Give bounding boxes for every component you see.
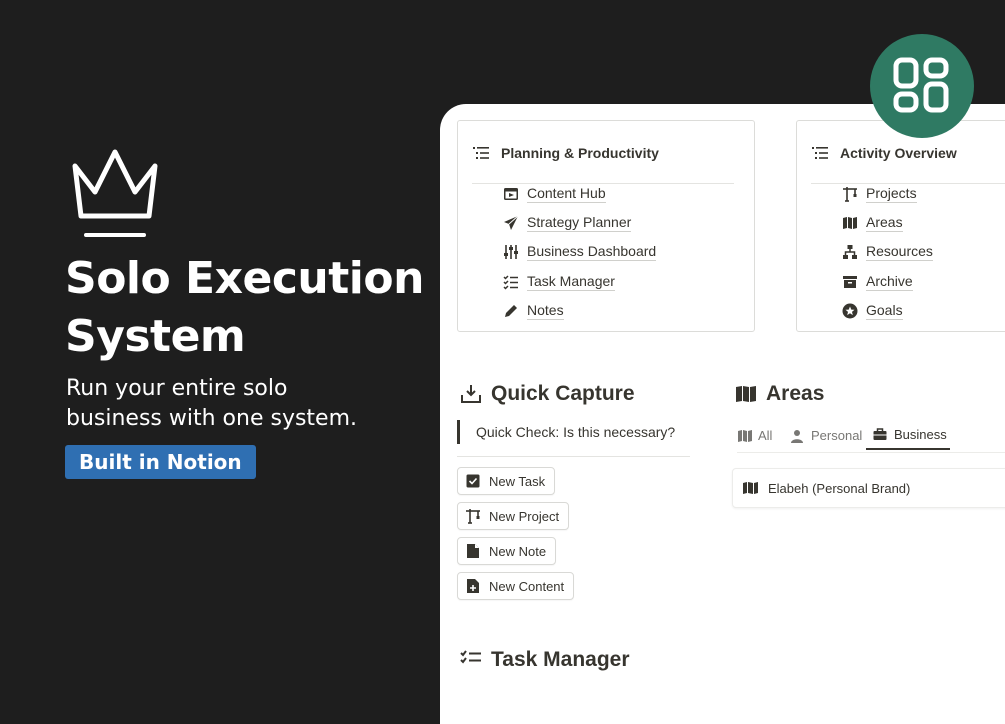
link-label: Task Manager: [527, 272, 615, 291]
crown-underline: [84, 233, 146, 237]
map-icon: [735, 383, 757, 405]
quick-check-callout: Quick Check: Is this necessary?: [457, 420, 675, 444]
map-icon: [841, 214, 859, 232]
link-business-dashboard[interactable]: Business Dashboard: [502, 238, 657, 267]
clapperboard-icon: [502, 185, 520, 203]
new-note-label: New Note: [489, 543, 547, 559]
hero-title-line1: Solo Execution: [65, 253, 424, 304]
person-icon: [790, 428, 806, 444]
activity-card-header: Activity Overview: [811, 143, 1005, 184]
area-card-elabeh[interactable]: Elabeh (Personal Brand): [732, 468, 1005, 508]
tab-business[interactable]: Business: [866, 420, 950, 450]
paper-plane-icon: [502, 214, 520, 232]
app-logo: [870, 34, 974, 138]
pencil-icon: [502, 302, 520, 320]
link-label: Resources: [866, 243, 933, 262]
area-card-label: Elabeh (Personal Brand): [768, 480, 911, 496]
tab-personal[interactable]: Personal: [790, 420, 862, 451]
list-icon: [473, 147, 489, 159]
hero-subtitle-line1: Run your entire solo: [66, 376, 288, 401]
crown-icon: [72, 149, 158, 219]
new-project-button[interactable]: New Project: [457, 502, 570, 530]
tab-business-label: Business: [894, 426, 947, 442]
link-label: Goals: [866, 301, 903, 320]
areas-heading: Areas: [735, 382, 824, 406]
hero-subtitle-line2: business with one system.: [66, 406, 358, 431]
map-icon: [737, 428, 753, 444]
areas-title: Areas: [766, 382, 825, 405]
activity-links: Projects Areas Resources Archive Goals: [841, 179, 933, 325]
link-archive[interactable]: Archive: [841, 267, 933, 296]
link-label: Strategy Planner: [527, 213, 632, 232]
planning-card-header: Planning & Productivity: [472, 143, 734, 184]
checkbox-icon: [465, 473, 481, 489]
link-label: Content Hub: [527, 184, 606, 203]
tab-all[interactable]: All: [737, 420, 772, 451]
link-goals[interactable]: Goals: [841, 296, 933, 325]
tab-all-label: All: [758, 428, 773, 443]
quick-capture-title: Quick Capture: [491, 382, 635, 405]
document-icon: [465, 543, 481, 559]
planning-card-title: Planning & Productivity: [501, 145, 659, 161]
planning-card: Planning & Productivity Content Hub Stra…: [457, 120, 755, 332]
star-circle-icon: [841, 302, 859, 320]
link-label: Areas: [866, 213, 903, 232]
link-notes[interactable]: Notes: [502, 296, 656, 325]
planning-links: Content Hub Strategy Planner Business Da…: [502, 179, 657, 325]
link-label: Projects: [866, 184, 917, 203]
activity-card: Activity Overview Projects Areas Resourc…: [796, 120, 1005, 332]
archive-box-icon: [841, 273, 859, 291]
map-icon: [742, 480, 760, 496]
checklist-icon: [502, 273, 520, 291]
sliders-icon: [502, 243, 520, 261]
link-label: Business Dashboard: [527, 243, 657, 262]
new-content-label: New Content: [489, 578, 565, 594]
hierarchy-icon: [841, 243, 859, 261]
checklist-icon: [460, 649, 482, 671]
quick-capture-callout-block: Quick Check: Is this necessary?: [457, 420, 690, 457]
crane-icon: [841, 185, 859, 203]
built-in-notion-badge: Built in Notion: [65, 445, 256, 479]
tab-personal-label: Personal: [811, 428, 863, 443]
new-note-button[interactable]: New Note: [457, 537, 557, 565]
new-content-button[interactable]: New Content: [457, 572, 575, 600]
notion-page-panel: Planning & Productivity Content Hub Stra…: [440, 104, 1005, 724]
document-plus-icon: [465, 578, 481, 594]
areas-tabs: All Personal Business: [737, 420, 1005, 453]
new-task-label: New Task: [489, 473, 546, 489]
hero-title-line2: System: [65, 311, 246, 362]
link-content-hub[interactable]: Content Hub: [502, 179, 656, 208]
link-projects[interactable]: Projects: [841, 179, 933, 208]
link-label: Archive: [866, 272, 913, 291]
new-task-button[interactable]: New Task: [457, 467, 556, 495]
inbox-download-icon: [460, 383, 482, 405]
activity-card-title: Activity Overview: [840, 145, 957, 161]
link-areas[interactable]: Areas: [841, 208, 933, 237]
task-manager-title: Task Manager: [491, 648, 630, 671]
link-resources[interactable]: Resources: [841, 238, 933, 267]
crane-icon: [465, 508, 481, 524]
task-manager-heading: Task Manager: [460, 648, 630, 672]
link-label: Notes: [527, 301, 564, 320]
dashboard-grid-icon: [893, 57, 949, 113]
hero-title: Solo Execution System: [65, 250, 435, 366]
hero-subtitle: Run your entire solo business with one s…: [66, 374, 426, 434]
link-strategy-planner[interactable]: Strategy Planner: [502, 208, 656, 237]
briefcase-icon: [873, 426, 889, 442]
quick-capture-heading: Quick Capture: [460, 382, 635, 406]
link-task-manager[interactable]: Task Manager: [502, 267, 656, 296]
list-icon: [812, 147, 828, 159]
new-project-label: New Project: [489, 508, 560, 524]
